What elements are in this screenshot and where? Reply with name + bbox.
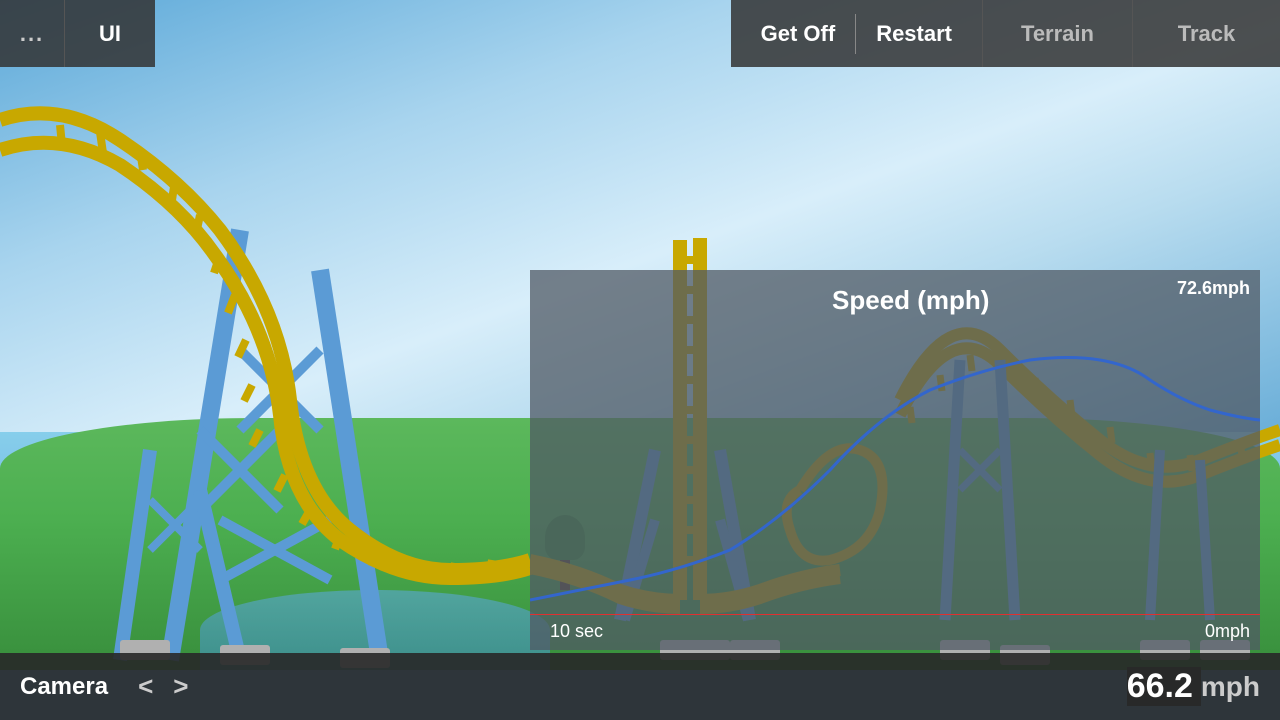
camera-prev-button[interactable]: <: [128, 671, 163, 702]
toolbar-spacer: [155, 0, 731, 67]
restart-button[interactable]: Restart: [866, 16, 962, 52]
menu-dots-button[interactable]: ...: [0, 0, 65, 67]
speed-unit: mph: [1201, 671, 1280, 703]
chart-time-label: 10 sec: [550, 621, 603, 642]
chart-zero-line: [530, 614, 1260, 615]
speed-chart: Speed (mph) 72.6mph 10 sec 0mph: [530, 270, 1260, 650]
top-toolbar: ... UI Get Off Restart Terrain Track: [0, 0, 1280, 67]
chart-min-speed: 0mph: [1205, 621, 1250, 642]
camera-next-button[interactable]: >: [163, 671, 198, 702]
speed-value: 66.2: [1127, 667, 1201, 706]
track-button[interactable]: Track: [1132, 0, 1280, 67]
ui-button[interactable]: UI: [65, 0, 155, 67]
bottom-toolbar: Camera < > 66.2 mph: [0, 653, 1280, 720]
chart-title: Speed (mph): [832, 285, 989, 316]
chart-max-speed: 72.6mph: [1177, 278, 1250, 299]
toolbar-separator: [855, 14, 856, 54]
terrain-button[interactable]: Terrain: [982, 0, 1132, 67]
get-off-button[interactable]: Get Off: [751, 16, 846, 52]
chart-graph: [530, 270, 1260, 650]
center-buttons: Get Off Restart: [731, 0, 982, 67]
camera-label: Camera: [0, 673, 128, 701]
